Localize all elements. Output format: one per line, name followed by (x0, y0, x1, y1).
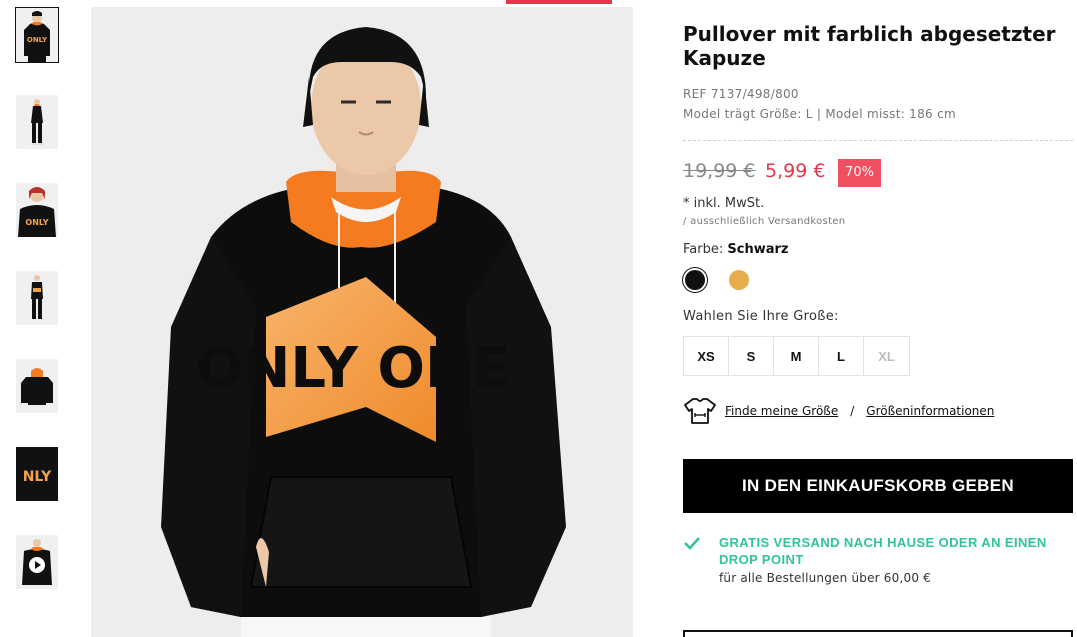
thumbnail-full-body[interactable] (16, 95, 58, 149)
thumbnail-full-body-side[interactable] (16, 271, 58, 325)
selected-color-name: Schwarz (727, 242, 789, 257)
find-my-size-link[interactable]: Finde meine Größe (725, 404, 838, 418)
size-option-xs[interactable]: XS (684, 337, 729, 375)
thumbnail-video[interactable] (16, 535, 58, 589)
size-option-m[interactable]: M (774, 337, 819, 375)
size-info-link[interactable]: Größeninformationen (866, 404, 994, 418)
product-ref: REF 7137/498/800 (683, 87, 799, 101)
color-swatch-black[interactable] (685, 270, 705, 290)
video-thumb-icon (16, 535, 58, 589)
hoodie-model-illustration: ONLY ONE (91, 7, 633, 637)
size-option-l[interactable]: L (819, 337, 864, 375)
hoodie-print-text: ONLY ONE (196, 336, 510, 401)
svg-text:ONLY: ONLY (25, 218, 48, 227)
color-swatch-mustard[interactable] (729, 270, 749, 290)
old-price: 19,99 € (683, 160, 756, 182)
print-closeup-thumb-icon: ONLY (16, 183, 58, 237)
hoodie-back-thumb-icon (16, 359, 58, 413)
divider (683, 140, 1073, 141)
print-detail-thumb-icon: NLY (16, 447, 58, 501)
full-body-thumb-icon (16, 95, 58, 149)
check-icon (684, 537, 700, 550)
size-guide-row: Finde meine Größe / Größeninformationen (683, 396, 994, 426)
vat-note: * inkl. MwSt. (683, 196, 765, 211)
thumbnail-print-detail[interactable]: NLY (16, 447, 58, 501)
link-separator: / (850, 404, 855, 418)
size-option-s[interactable]: S (729, 337, 774, 375)
full-body-side-thumb-icon (16, 271, 58, 325)
svg-text:NLY: NLY (23, 469, 52, 485)
add-to-cart-button[interactable]: IN DEN EINKAUFSKORB GEBEN (683, 459, 1073, 513)
size-label: Wahlen Sie Ihre Große: (683, 309, 839, 324)
main-product-image[interactable]: ONLY ONE (91, 7, 633, 637)
discount-badge: 70% (838, 159, 881, 187)
thumbnail-print-closeup[interactable]: ONLY (16, 183, 58, 237)
color-label-text: Farbe: (683, 242, 724, 257)
product-title: Pullover mit farblich abgesetzter Kapuze (683, 22, 1056, 70)
size-selector: XS S M L XL (683, 336, 910, 376)
hoodie-front-thumb-icon: ONLY (16, 8, 58, 62)
model-info: Model trägt Größe: L | Model misst: 186 … (683, 107, 956, 121)
thumbnail-hoodie-back[interactable] (16, 359, 58, 413)
free-shipping-headline: GRATIS VERSAND NACH HAUSE ODER AN EINEN … (719, 535, 1047, 567)
size-option-xl[interactable]: XL (864, 337, 909, 375)
tshirt-icon (684, 398, 716, 424)
top-accent-bar (506, 0, 612, 4)
free-shipping-threshold: für alle Bestellungen über 60,00 € (719, 571, 932, 585)
sale-price: 5,99 € (765, 160, 826, 182)
svg-text:ONLY: ONLY (27, 36, 48, 44)
thumbnail-hoodie-front[interactable]: ONLY (15, 7, 59, 63)
secondary-button[interactable] (683, 630, 1073, 637)
color-label: Farbe: Schwarz (683, 242, 788, 257)
shipping-cost-note: / ausschließlich Versandkosten (683, 216, 846, 227)
